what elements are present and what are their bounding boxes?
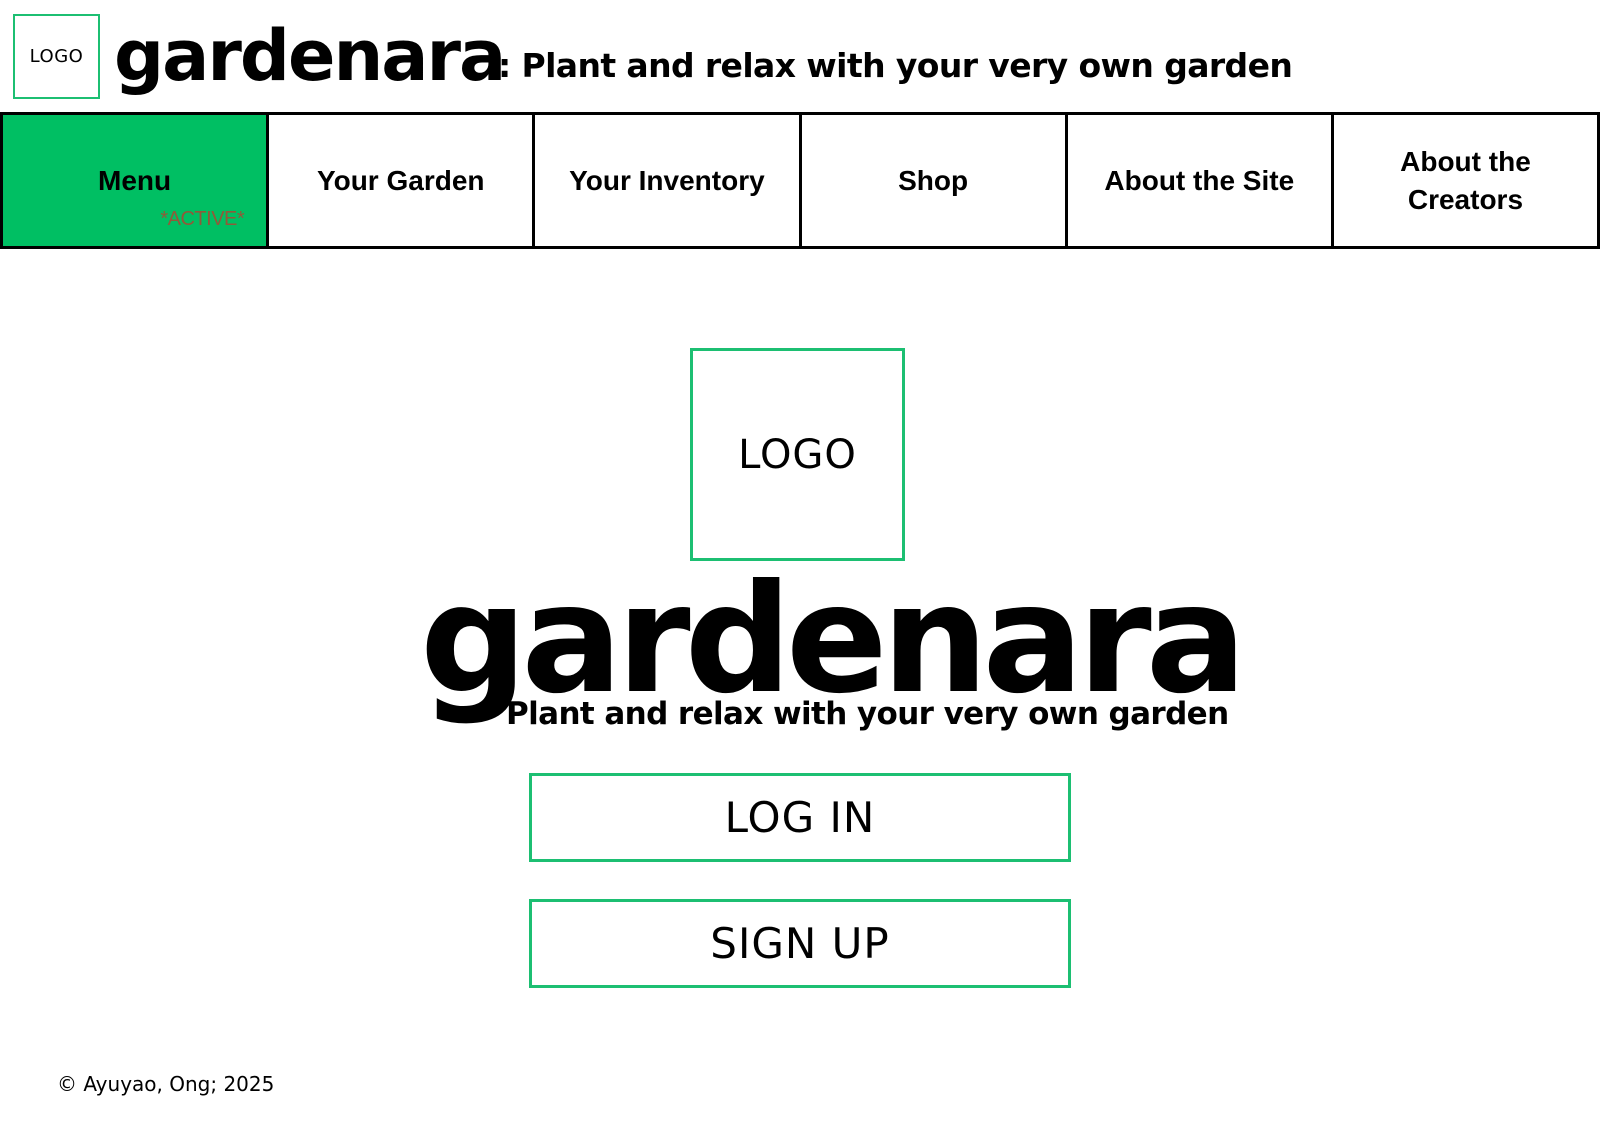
login-button[interactable]: LOG IN bbox=[529, 773, 1071, 862]
site-title: gardenara bbox=[114, 15, 506, 97]
nav-item-about-the-creators[interactable]: About the Creators bbox=[1330, 115, 1600, 246]
nav-item-label: Your Garden bbox=[317, 164, 485, 196]
nav-item-label: About the Creators bbox=[1400, 145, 1531, 215]
hero-logo: LOGO bbox=[690, 348, 905, 561]
hero-tagline: Plant and relax with your very own garde… bbox=[506, 696, 1229, 732]
active-indicator: *ACTIVE* bbox=[160, 208, 245, 230]
site-header: LOGO gardenara : Plant and relax with yo… bbox=[0, 0, 1600, 114]
nav-item-shop[interactable]: Shop bbox=[798, 115, 1065, 246]
nav-item-about-the-site[interactable]: About the Site bbox=[1064, 115, 1331, 246]
header-logo[interactable]: LOGO bbox=[13, 14, 100, 99]
signup-button[interactable]: SIGN UP bbox=[529, 899, 1071, 988]
nav-item-label: About the Site bbox=[1104, 164, 1295, 196]
nav-item-label: Shop bbox=[898, 164, 969, 196]
nav-item-your-garden[interactable]: Your Garden bbox=[266, 115, 532, 246]
main-nav: Menu *ACTIVE* Your Garden Your Inventory… bbox=[0, 112, 1600, 249]
nav-item-your-inventory[interactable]: Your Inventory bbox=[532, 115, 798, 246]
site-tagline: : Plant and relax with your very own gar… bbox=[498, 46, 1293, 85]
copyright-text: © Ayuyao, Ong; 2025 bbox=[57, 1072, 275, 1096]
nav-item-label: Your Inventory bbox=[569, 164, 765, 196]
nav-item-label: Menu bbox=[98, 164, 172, 196]
nav-item-menu[interactable]: Menu *ACTIVE* bbox=[0, 115, 267, 246]
